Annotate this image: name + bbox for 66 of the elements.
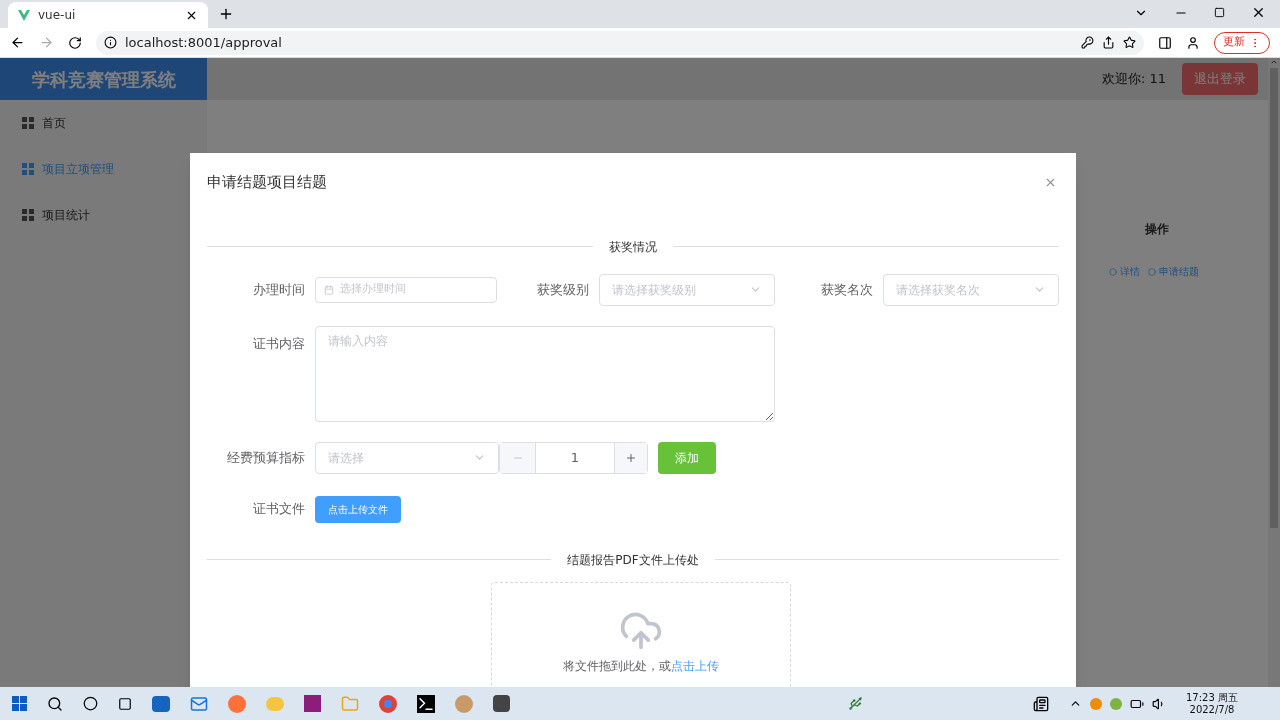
select-field[interactable]: 请选择获奖名次 [883,273,1059,306]
plus-icon[interactable] [625,451,637,464]
upload-link[interactable]: 点击上传 [671,658,719,673]
news-icon[interactable] [1033,695,1049,712]
side-panel-icon[interactable] [1158,35,1172,50]
welcome-text: 欢迎你: 11 [1101,70,1166,89]
column-header: 操作 [1145,221,1169,238]
app-title: 学科竞赛管理系统 [0,58,207,100]
scrollbar-thumb[interactable] [1270,68,1278,528]
select-placeholder: 请选择获奖名次 [896,281,980,299]
circle-icon [1109,267,1117,276]
menu-item[interactable]: 首页 [0,100,207,146]
menu-item[interactable]: 项目统计 [0,192,207,238]
new-tab-icon[interactable] [218,6,234,22]
close-icon[interactable] [1251,5,1266,20]
url-text: localhost:8001/approval [125,33,283,52]
task-view-icon[interactable] [118,696,132,711]
clock-date: 2022/7/8 [1189,703,1235,716]
tab-title: vue-ui [38,7,77,24]
upload-file-button[interactable]: 点击上传文件 [315,495,401,523]
v-logo-icon [18,9,30,21]
select-placeholder: 请选择获奖级别 [612,281,696,299]
search-icon[interactable] [47,695,63,712]
section-heading: 结题报告PDF文件上传处 [567,551,699,569]
grid-icon [22,209,34,221]
select-placeholder: 请选择 [328,449,364,467]
star-icon[interactable] [1123,36,1136,49]
browser-tab[interactable]: vue-ui [8,2,208,28]
add-button[interactable]: 添加 [658,441,716,474]
share-icon[interactable] [1102,36,1115,49]
scroll-up-icon[interactable] [1270,58,1278,66]
section-heading: 获奖情况 [609,238,657,256]
back-icon[interactable] [10,35,25,50]
grid-icon [22,163,34,175]
field-label: 证书内容 [252,334,306,353]
field-label: 获奖级别 [536,280,590,299]
key-icon[interactable] [1081,36,1094,49]
calendar-icon [324,284,334,295]
action-link[interactable]: 申请结题 [1148,264,1199,279]
select-field[interactable]: 请选择获奖级别 [599,273,775,306]
reload-icon[interactable] [68,35,82,50]
select-field[interactable]: 请选择 [315,441,499,474]
clock-time: 17:23 周五 [1186,691,1238,704]
stepper-value: 1 [569,448,581,467]
field-label: 证书文件 [252,500,306,519]
content-textarea[interactable]: 请输入内容 [315,325,775,422]
menu-item[interactable]: 项目立项管理 [0,146,207,192]
profile-icon[interactable] [1186,35,1200,50]
field-label: 获奖名次 [820,280,874,299]
app-icon[interactable] [493,695,510,712]
field-label: 经费预算指标 [226,448,306,467]
field-label: 办理时间 [252,280,306,299]
address-bar[interactable]: localhost:8001/approval [96,30,1144,55]
logout-button[interactable]: 退出登录 [1182,63,1258,95]
circle-icon[interactable] [83,696,98,711]
dialog-title: 申请结题项目结题 [207,172,327,193]
number-stepper[interactable]: 1 [499,441,648,474]
info-icon [104,36,117,49]
action-link[interactable]: 详情 [1109,264,1140,279]
windows-icon[interactable] [12,696,27,711]
grid-icon [22,117,34,129]
restore-icon[interactable] [1214,7,1225,18]
terminal-icon[interactable] [417,694,435,713]
usb-icon[interactable] [848,696,863,711]
circle-icon [1148,267,1156,276]
mail-icon[interactable] [190,694,208,713]
